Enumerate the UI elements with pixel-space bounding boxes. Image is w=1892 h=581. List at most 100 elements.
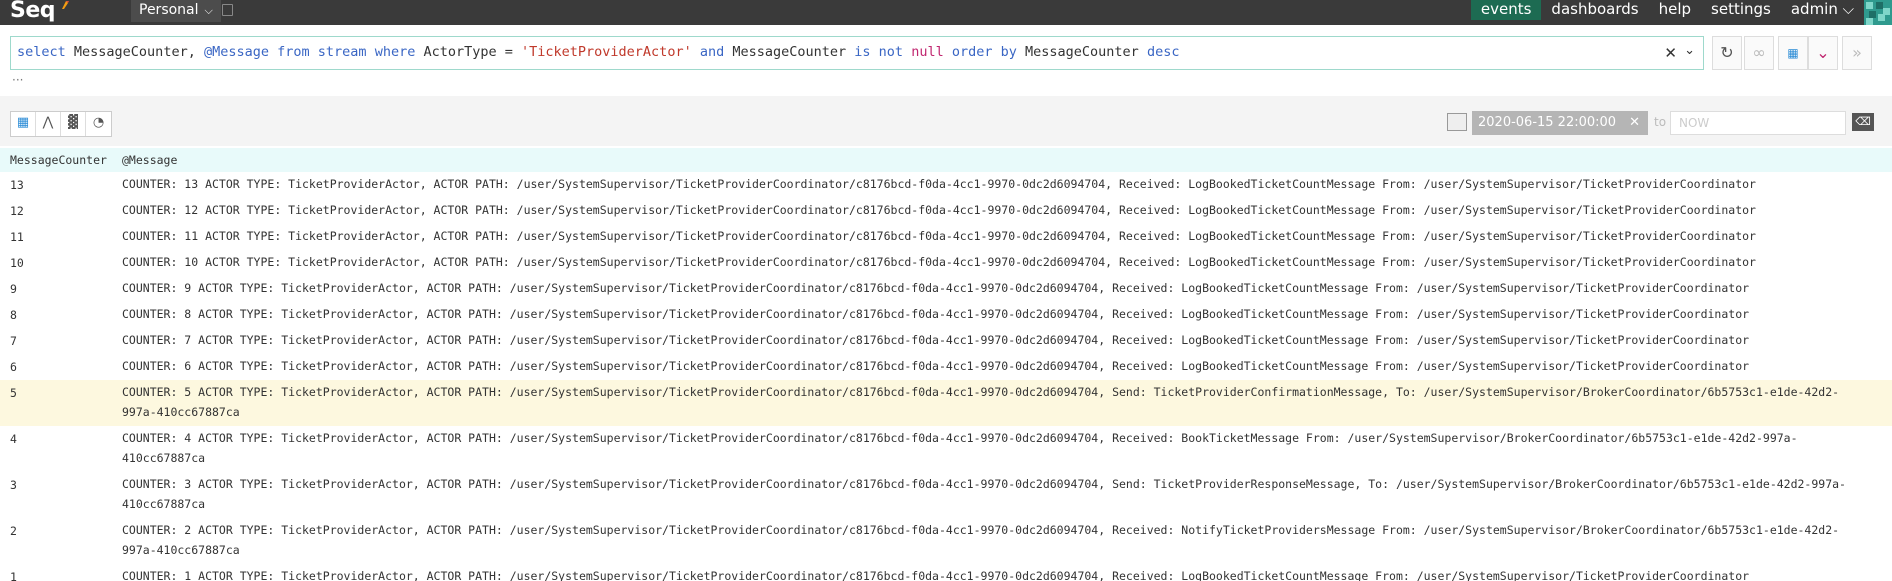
table-row[interactable]: 2 COUNTER: 2 ACTOR TYPE: TicketProviderAc… bbox=[0, 518, 1892, 564]
query-input[interactable]: select MessageCounter, @Message from str… bbox=[10, 36, 1704, 70]
table-row[interactable]: 1 COUNTER: 1 ACTOR TYPE: TicketProviderAc… bbox=[0, 564, 1892, 581]
avatar[interactable] bbox=[1864, 0, 1892, 25]
cell-message: COUNTER: 10 ACTOR TYPE: TicketProviderAc… bbox=[122, 255, 1756, 269]
line-chart-icon[interactable]: ⋀ bbox=[36, 112, 61, 136]
cell-messagecounter: 3 bbox=[10, 478, 17, 492]
query-token: order by bbox=[951, 44, 1017, 60]
cell-messagecounter: 11 bbox=[10, 230, 24, 244]
clear-query-icon[interactable]: ✕ bbox=[1664, 44, 1677, 62]
workspace-selector[interactable]: Personal ⌵ bbox=[131, 0, 221, 22]
cell-messagecounter: 10 bbox=[10, 256, 24, 270]
clear-time-range-icon[interactable]: ⌫ bbox=[1852, 113, 1874, 131]
chevron-down-icon: ⌵ bbox=[204, 4, 213, 17]
clear-date-icon[interactable]: ✕ bbox=[1629, 111, 1640, 135]
query-token: null bbox=[911, 44, 944, 60]
table-header: MessageCounter @Message bbox=[0, 148, 1892, 172]
query-token bbox=[367, 44, 375, 60]
cell-messagecounter: 5 bbox=[10, 386, 17, 400]
query-token bbox=[692, 44, 700, 60]
table-row[interactable]: 11 COUNTER: 11 ACTOR TYPE: TicketProvider… bbox=[0, 224, 1892, 250]
cell-messagecounter: 12 bbox=[10, 204, 24, 218]
bookmark-icon[interactable] bbox=[222, 4, 233, 16]
cell-message: COUNTER: 11 ACTOR TYPE: TicketProviderAc… bbox=[122, 229, 1756, 243]
query-token bbox=[310, 44, 318, 60]
cell-messagecounter: 2 bbox=[10, 524, 17, 538]
cell-message: COUNTER: 3 ACTOR TYPE: TicketProviderAct… bbox=[122, 477, 1846, 511]
cell-message: COUNTER: 1 ACTOR TYPE: TicketProviderAct… bbox=[122, 569, 1750, 581]
table-row[interactable]: 13 COUNTER: 13 ACTOR TYPE: TicketProvider… bbox=[0, 172, 1892, 198]
date-to-field[interactable]: NOW bbox=[1670, 111, 1846, 135]
logo-mark-icon bbox=[62, 1, 69, 9]
cell-messagecounter: 9 bbox=[10, 282, 17, 296]
query-text: select MessageCounter, @Message from str… bbox=[17, 44, 1179, 60]
to-label: to bbox=[1654, 115, 1667, 129]
table-row[interactable]: 12 COUNTER: 12 ACTOR TYPE: TicketProvider… bbox=[0, 198, 1892, 224]
column-header-message[interactable]: @Message bbox=[122, 150, 1862, 170]
pie-chart-icon[interactable]: ◔ bbox=[86, 112, 111, 136]
query-more[interactable]: ··· bbox=[12, 73, 23, 87]
view-mode-group: ▦ ⋀ ▓ ◔ bbox=[10, 111, 112, 137]
query-token: MessageCounter bbox=[724, 44, 855, 60]
layout-toggle-button[interactable]: ▦ bbox=[1778, 36, 1808, 70]
nav-admin[interactable]: admin ⌵ bbox=[1781, 0, 1864, 20]
signal-dropdown-button[interactable]: ⌄ bbox=[1808, 36, 1838, 70]
cell-messagecounter: 4 bbox=[10, 432, 17, 446]
query-token bbox=[944, 44, 952, 60]
query-history-dropdown-icon[interactable]: ⌄ bbox=[1684, 43, 1695, 58]
table-row[interactable]: 9 COUNTER: 9 ACTOR TYPE: TicketProviderAc… bbox=[0, 276, 1892, 302]
date-from-value: 2020-06-15 22:00:00 bbox=[1478, 115, 1617, 130]
table-row[interactable]: 6 COUNTER: 6 ACTOR TYPE: TicketProviderAc… bbox=[0, 354, 1892, 380]
collapse-panel-button[interactable]: » bbox=[1842, 36, 1872, 70]
cell-messagecounter: 6 bbox=[10, 360, 17, 374]
nav-dashboards[interactable]: dashboards bbox=[1541, 0, 1648, 20]
refresh-button[interactable]: ↻ bbox=[1712, 36, 1742, 70]
results-toolbar: ▦ ⋀ ▓ ◔ 2020-06-15 22:00:00 ✕ to NOW ⌫ bbox=[0, 96, 1892, 146]
cell-messagecounter: 1 bbox=[10, 570, 17, 581]
query-token: where bbox=[374, 44, 416, 60]
cell-message: COUNTER: 6 ACTOR TYPE: TicketProviderAct… bbox=[122, 359, 1750, 373]
query-token: is not bbox=[854, 44, 904, 60]
nav-help[interactable]: help bbox=[1649, 0, 1701, 20]
cell-message: COUNTER: 4 ACTOR TYPE: TicketProviderAct… bbox=[122, 431, 1798, 465]
table-row[interactable]: 5 COUNTER: 5 ACTOR TYPE: TicketProviderAc… bbox=[0, 380, 1892, 426]
workspace-label: Personal bbox=[139, 2, 199, 18]
query-token: from bbox=[277, 44, 310, 60]
nav-events[interactable]: events bbox=[1470, 0, 1542, 20]
seq-logo[interactable]: Seq bbox=[10, 0, 56, 23]
query-token: select bbox=[17, 44, 66, 60]
table-row[interactable]: 10 COUNTER: 10 ACTOR TYPE: TicketProvider… bbox=[0, 250, 1892, 276]
table-view-icon[interactable]: ▦ bbox=[11, 112, 36, 136]
cell-message: COUNTER: 13 ACTOR TYPE: TicketProviderAc… bbox=[122, 177, 1756, 191]
cell-message: COUNTER: 8 ACTOR TYPE: TicketProviderAct… bbox=[122, 307, 1750, 321]
table-row[interactable]: 7 COUNTER: 7 ACTOR TYPE: TicketProviderAc… bbox=[0, 328, 1892, 354]
nav-admin-label: admin bbox=[1790, 0, 1838, 18]
query-token: @Message bbox=[203, 44, 269, 60]
query-token: ActorType = bbox=[415, 44, 522, 60]
top-bar: Seq Personal ⌵ events dashboards help set… bbox=[0, 0, 1892, 25]
cell-message: COUNTER: 9 ACTOR TYPE: TicketProviderAct… bbox=[122, 281, 1750, 295]
table-row[interactable]: 3 COUNTER: 3 ACTOR TYPE: TicketProviderAc… bbox=[0, 472, 1892, 518]
table-row[interactable]: 8 COUNTER: 8 ACTOR TYPE: TicketProviderAc… bbox=[0, 302, 1892, 328]
nav-settings[interactable]: settings bbox=[1701, 0, 1781, 20]
main-nav: events dashboards help settings admin ⌵ bbox=[1470, 0, 1892, 25]
cell-message: COUNTER: 7 ACTOR TYPE: TicketProviderAct… bbox=[122, 333, 1750, 347]
query-token: stream bbox=[317, 44, 367, 60]
query-token: desc bbox=[1146, 44, 1180, 60]
cell-message: COUNTER: 5 ACTOR TYPE: TicketProviderAct… bbox=[122, 385, 1840, 419]
query-token: MessageCounter, bbox=[65, 44, 204, 60]
cell-message: COUNTER: 12 ACTOR TYPE: TicketProviderAc… bbox=[122, 203, 1756, 217]
calendar-icon[interactable] bbox=[1447, 113, 1467, 131]
table-row[interactable]: 4 COUNTER: 4 ACTOR TYPE: TicketProviderAc… bbox=[0, 426, 1892, 472]
date-from-field[interactable]: 2020-06-15 22:00:00 ✕ bbox=[1472, 111, 1648, 135]
query-token bbox=[903, 44, 911, 60]
link-button[interactable]: ∞ bbox=[1744, 36, 1774, 70]
query-token: and bbox=[699, 44, 725, 60]
cell-messagecounter: 8 bbox=[10, 308, 17, 322]
cell-message: COUNTER: 2 ACTOR TYPE: TicketProviderAct… bbox=[122, 523, 1840, 557]
bar-chart-icon[interactable]: ▓ bbox=[61, 112, 86, 136]
column-header-messagecounter[interactable]: MessageCounter bbox=[0, 153, 122, 167]
cell-messagecounter: 7 bbox=[10, 334, 17, 348]
query-token bbox=[269, 44, 277, 60]
query-token: 'TicketProviderActor' bbox=[521, 44, 692, 60]
query-token: MessageCounter bbox=[1016, 44, 1147, 60]
